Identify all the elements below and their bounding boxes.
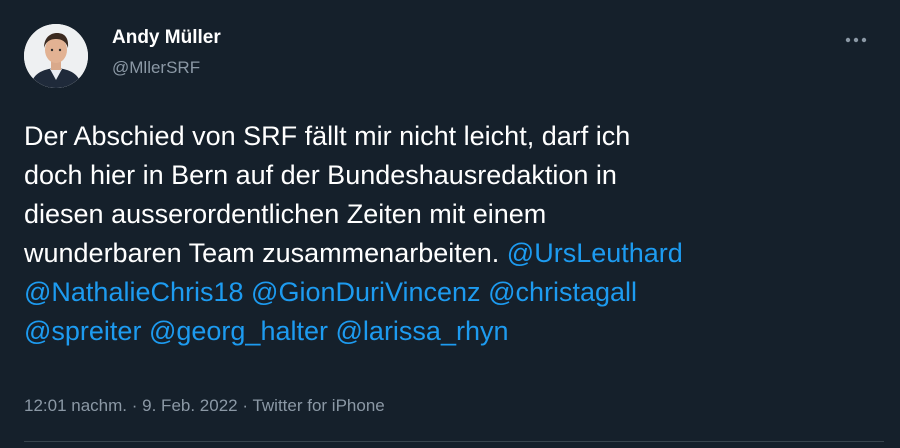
- tweet-text-line: wunderbaren Team zusammenarbeiten. @UrsL…: [24, 234, 884, 273]
- tweet-source[interactable]: Twitter for iPhone: [252, 396, 384, 415]
- mention-link[interactable]: @NathalieChris18: [24, 277, 244, 307]
- mention-link[interactable]: @georg_halter: [149, 316, 328, 346]
- tweet-metadata: 12:01 nachm. · 9. Feb. 2022 · Twitter fo…: [24, 396, 385, 416]
- tweet-text-line: diesen ausserordentlichen Zeiten mit ein…: [24, 199, 547, 229]
- meta-separator: ·: [242, 396, 249, 415]
- tweet-text-line: Der Abschied von SRF fällt mir nicht lei…: [24, 121, 631, 151]
- mention-link[interactable]: @GionDuriVincenz: [251, 277, 481, 307]
- tweet-date[interactable]: 9. Feb. 2022: [142, 396, 237, 415]
- divider: [24, 441, 884, 442]
- tweet-text-line: @NathalieChris18 @GionDuriVincenz @chris…: [24, 273, 884, 312]
- mention-link[interactable]: @christagall: [488, 277, 637, 307]
- tweet-text-segment: wunderbaren Team zusammenarbeiten.: [24, 238, 500, 268]
- tweet-card: Andy Müller @MllerSRF Der Abschied von S…: [0, 0, 900, 448]
- avatar[interactable]: [24, 24, 88, 88]
- author-name[interactable]: Andy Müller: [112, 27, 221, 49]
- profile-photo-icon: [24, 24, 88, 88]
- tweet-text-line: @spreiter @georg_halter @larissa_rhyn: [24, 312, 884, 351]
- tweet-time[interactable]: 12:01 nachm.: [24, 396, 127, 415]
- tweet-text: Der Abschied von SRF fällt mir nicht lei…: [24, 117, 884, 351]
- tweet-text-line: doch hier in Bern auf der Bundeshausreda…: [24, 160, 617, 190]
- more-horizontal-icon: [845, 37, 867, 43]
- mention-link[interactable]: @larissa_rhyn: [336, 316, 509, 346]
- meta-separator: ·: [131, 396, 138, 415]
- mention-link[interactable]: @spreiter: [24, 316, 141, 346]
- more-options-button[interactable]: [838, 26, 874, 54]
- author-handle[interactable]: @MllerSRF: [112, 58, 200, 78]
- mention-link[interactable]: @UrsLeuthard: [507, 238, 683, 268]
